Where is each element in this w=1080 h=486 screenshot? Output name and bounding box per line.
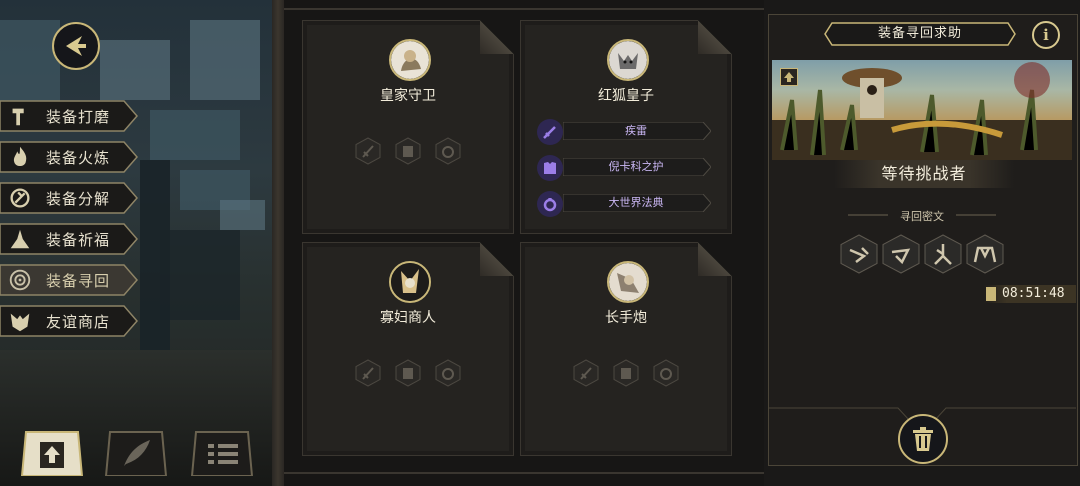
hammer-icon	[6, 102, 34, 130]
panel-title: 装备寻回求助	[877, 26, 962, 41]
helper-card[interactable]: 寡妇商人	[302, 242, 514, 456]
menu-item-spiral[interactable]: 装备寻回	[0, 264, 138, 296]
red-fox-prince-avatar	[607, 39, 649, 81]
equipment-item[interactable]: 倪卡科之护	[537, 155, 715, 181]
back-arrow-icon	[66, 36, 86, 56]
sword-slot-icon	[355, 137, 381, 165]
list-icon	[190, 431, 254, 477]
divider-right	[956, 214, 996, 216]
menu-item-label: 装备分解	[46, 189, 111, 208]
tab-feather[interactable]	[104, 428, 168, 477]
upload-icon	[784, 72, 794, 82]
cipher-icons	[840, 234, 1004, 274]
countdown-timer: 08:51:48	[1002, 286, 1065, 301]
cipher-title: 寻回密文	[900, 210, 944, 223]
disassemble-icon	[6, 184, 34, 212]
hourglass-icon	[986, 287, 996, 301]
equipment-item[interactable]: 大世界法典	[537, 191, 715, 217]
sword-slot-icon	[573, 359, 599, 387]
ring-slot-icon	[435, 359, 461, 387]
rune-2-icon[interactable]	[882, 234, 920, 274]
menu-item-prayer[interactable]: 装备祈福	[0, 223, 138, 255]
widow-merchant-avatar	[389, 261, 431, 303]
helper-name: 皇家守卫	[380, 88, 436, 104]
ring-icon	[537, 191, 563, 217]
ring-slot-icon	[435, 137, 461, 165]
armor-slot-icon	[395, 359, 421, 387]
ring-slot-icon	[653, 359, 679, 387]
status-text: 等待挑战者	[881, 164, 967, 183]
prayer-icon	[6, 225, 34, 253]
menu-item-label: 装备火炼	[46, 148, 111, 167]
helper-name: 寡妇商人	[380, 310, 436, 326]
side-menu: 装备打磨装备火炼装备分解装备祈福装备寻回友谊商店	[0, 100, 138, 346]
back-button[interactable]	[52, 22, 100, 70]
spiral-icon	[6, 266, 34, 294]
helper-card[interactable]: 长手炮	[520, 242, 732, 456]
upload-icon	[20, 431, 84, 477]
menu-item-fox[interactable]: 友谊商店	[0, 305, 138, 337]
rune-4-icon[interactable]	[966, 234, 1004, 274]
menu-item-disassemble[interactable]: 装备分解	[0, 182, 138, 214]
feather-icon	[104, 431, 168, 477]
info-button[interactable]: i	[1032, 21, 1060, 49]
sword-slot-icon	[355, 359, 381, 387]
armor-slot-icon	[613, 359, 639, 387]
rune-3-icon[interactable]	[924, 234, 962, 274]
tab-list[interactable]	[190, 428, 254, 477]
helper-name: 红狐皇子	[598, 88, 654, 104]
armor-icon	[537, 155, 563, 181]
tab-upload[interactable]	[20, 428, 84, 477]
menu-item-label: 装备寻回	[46, 271, 111, 290]
helper-name: 长手炮	[605, 310, 647, 326]
royal-guard-avatar	[389, 39, 431, 81]
challenge-artwork	[772, 60, 1072, 160]
sword-icon	[537, 119, 563, 145]
menu-item-label: 装备打磨	[46, 107, 111, 126]
equipment-slots	[303, 137, 513, 165]
menu-item-label: 友谊商店	[46, 312, 111, 331]
bottom-border	[284, 472, 764, 474]
armor-slot-icon	[395, 137, 421, 165]
helper-card[interactable]: 红狐皇子 疾雷 倪卡科之护 大世界法典	[520, 20, 732, 234]
top-border	[284, 8, 764, 10]
recovery-request-panel: 装备寻回求助 i 等待挑战者 寻回密文 08:51:48	[764, 0, 1080, 486]
menu-item-hammer[interactable]: 装备打磨	[0, 100, 138, 132]
equipment-item[interactable]: 疾雷	[537, 119, 715, 145]
trash-icon	[913, 427, 933, 451]
fox-icon	[6, 307, 34, 335]
menu-item-flame[interactable]: 装备火炼	[0, 141, 138, 173]
rune-1-icon[interactable]	[840, 234, 878, 274]
delete-request-button[interactable]	[898, 414, 948, 464]
panel-divider	[272, 0, 284, 486]
equipment-slots	[521, 359, 731, 387]
helper-card[interactable]: 皇家守卫	[302, 20, 514, 234]
long-arm-cannon-avatar	[607, 261, 649, 303]
equipment-slots	[303, 359, 513, 387]
menu-item-label: 装备祈福	[46, 230, 111, 249]
flame-icon	[6, 143, 34, 171]
artwork-upload-button[interactable]	[780, 68, 798, 86]
